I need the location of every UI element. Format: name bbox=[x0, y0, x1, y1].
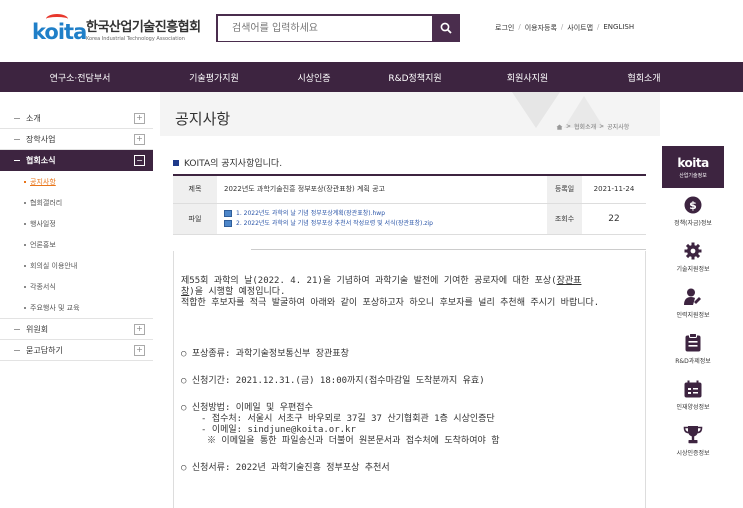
logo-mark: koita bbox=[32, 14, 87, 44]
svg-text:$: $ bbox=[689, 199, 697, 212]
body-item: ○ 신청방법: 이메일 및 우편접수 bbox=[181, 403, 313, 413]
sidebar-subitem-notice[interactable]: 공지사항 bbox=[0, 171, 153, 192]
sidebar-item-intro[interactable]: 소개 + bbox=[0, 108, 153, 129]
quick-workforce-support[interactable]: 인력지원정보 bbox=[662, 280, 724, 326]
expand-icon[interactable]: + bbox=[134, 323, 145, 335]
section-title-text: KOITA의 공지사항입니다. bbox=[184, 159, 283, 169]
sidebar-item-label: 위원회 bbox=[26, 324, 49, 334]
body-item: ○ 포상종류: 과학기술정보통신부 장관표창 bbox=[181, 349, 349, 359]
breadcrumb-item[interactable]: 협회소개 bbox=[574, 122, 596, 131]
views-label: 조회수 bbox=[547, 203, 582, 235]
collapse-icon[interactable]: − bbox=[134, 155, 145, 166]
quick-policy-funding[interactable]: $ 정책(자금)정보 bbox=[662, 188, 724, 234]
login-link[interactable]: 로그인 bbox=[495, 23, 514, 33]
sidebar-subitem-major-events[interactable]: 주요행사 및 교육 bbox=[0, 297, 153, 318]
date-label: 등록일 bbox=[547, 175, 582, 204]
expand-icon[interactable]: + bbox=[134, 112, 145, 124]
content-divider bbox=[251, 249, 646, 250]
subject-label: 제목 bbox=[173, 175, 217, 204]
english-link[interactable]: ENGLISH bbox=[603, 23, 634, 33]
quick-tech-support[interactable]: 기술지원정보 bbox=[662, 234, 724, 280]
nav-tech-evaluation[interactable]: 기술평가지원 bbox=[160, 62, 268, 92]
person-icon bbox=[684, 288, 701, 305]
body-subitem: ※ 이메일을 통한 파일송신과 더불어 원본문서과 접수처에 도착하여야 함 bbox=[207, 436, 500, 446]
search-input[interactable] bbox=[218, 16, 432, 41]
attachment-link[interactable]: 2. 2022년도 과학의 날 기념 정부포상 추천서 작성요령 및 서식(장관… bbox=[224, 219, 547, 229]
notice-subject: 2022년도 과학기술진흥 정부포상(장관표창) 계획 공고 bbox=[217, 175, 547, 204]
main-navigation: 연구소·전담부서 기술평가지원 시상인증 R&D정책지원 회원사지원 협회소개 bbox=[0, 62, 743, 92]
clipboard-icon bbox=[685, 333, 701, 352]
quick-award-certification[interactable]: 시상인증정보 bbox=[662, 418, 724, 464]
sidebar-item-label: 협회소식 bbox=[26, 156, 56, 165]
sidebar-submenu: 공지사항 협회갤러리 행사일정 언론홍보 회의실 이용안내 각종서식 주요행사 … bbox=[0, 171, 153, 319]
search-box bbox=[216, 14, 432, 42]
calendar-icon bbox=[684, 380, 702, 397]
section-title: KOITA의 공지사항입니다. bbox=[173, 156, 282, 169]
org-name-en: Korea Industrial Technology Association bbox=[86, 36, 185, 42]
sidebar: 소개 + 장학사업 + 협회소식 − 공지사항 협회갤러리 행사일정 언론홍보 … bbox=[0, 108, 153, 361]
nav-award-certification[interactable]: 시상인증 bbox=[268, 62, 360, 92]
sidebar-item-label: 묻고답하기 bbox=[26, 345, 63, 355]
notice-info-table: 제목 2022년도 과학기술진흥 정부포상(장관표창) 계획 공고 등록일 20… bbox=[173, 174, 646, 235]
notice-body: 제55회 과학의 날(2022. 4. 21)을 기념하여 과학기술 발전에 기… bbox=[181, 276, 641, 474]
nav-research-institute[interactable]: 연구소·전담부서 bbox=[0, 62, 160, 92]
logo-text: 한국산업기술진흥협회 Korea Industrial Technology A… bbox=[86, 16, 201, 42]
home-icon[interactable] bbox=[556, 124, 563, 130]
quick-menu-header[interactable]: koita 산업기술정보 bbox=[662, 146, 724, 188]
breadcrumb-item: 공지사항 bbox=[607, 124, 630, 131]
body-paragraph: 제55회 과학의 날(2022. 4. 21)을 기념하여 과학기술 발전에 기… bbox=[181, 276, 582, 297]
sidebar-item-label: 소개 bbox=[26, 113, 41, 123]
trophy-icon bbox=[683, 426, 703, 444]
search-icon bbox=[440, 22, 452, 34]
sidebar-subitem-events[interactable]: 행사일정 bbox=[0, 213, 153, 234]
nav-about[interactable]: 협회소개 bbox=[585, 62, 703, 92]
bullet-square-icon bbox=[173, 159, 179, 166]
quick-talent-development[interactable]: 인재양성정보 bbox=[662, 372, 724, 418]
page-title: 공지사항 bbox=[175, 110, 231, 128]
site-header: koita 한국산업기술진흥협회 Korea Industrial Techno… bbox=[0, 0, 743, 62]
sidebar-item-committee[interactable]: 위원회 + bbox=[0, 319, 153, 340]
sidebar-subitem-meeting-room[interactable]: 회의실 이용안내 bbox=[0, 255, 153, 276]
quick-menu: koita 산업기술정보 $ 정책(자금)정보 기술지원정보 인력지원정보 R&… bbox=[662, 146, 724, 464]
register-link[interactable]: 이용자등록 bbox=[525, 23, 557, 33]
file-icon bbox=[224, 210, 232, 217]
top-links: 로그인 / 이용자등록 / 사이트맵 / ENGLISH bbox=[495, 23, 635, 33]
body-subitem: - 접수처: 서울시 서초구 바우뫼로 37길 37 산기협회관 1층 시상인증… bbox=[201, 414, 495, 424]
sitemap-link[interactable]: 사이트맵 bbox=[567, 23, 593, 33]
search-button[interactable] bbox=[432, 14, 460, 42]
sidebar-subitem-press[interactable]: 언론홍보 bbox=[0, 234, 153, 255]
body-item: ○ 신청서류: 2022년 과학기술진흥 정부포상 추천서 bbox=[181, 463, 390, 473]
sidebar-subitem-gallery[interactable]: 협회갤러리 bbox=[0, 192, 153, 213]
gear-icon bbox=[684, 242, 702, 259]
org-name-ko: 한국산업기술진흥협회 bbox=[86, 20, 201, 35]
body-paragraph: 적합한 후보자를 적극 발굴하여 아래와 같이 포상하고자 하오니 후보자를 널… bbox=[181, 298, 600, 308]
breadcrumb: > 협회소개 > 공지사항 bbox=[556, 122, 629, 131]
dollar-icon: $ bbox=[684, 196, 702, 213]
expand-icon[interactable]: + bbox=[134, 133, 145, 145]
quick-menu-title: 산업기술정보 bbox=[679, 172, 707, 179]
attachment-link[interactable]: 1. 2022년도 과학의 날 기념 정부포상계획(장관표창).hwp bbox=[224, 209, 547, 219]
file-icon bbox=[224, 220, 232, 227]
sidebar-subitem-forms[interactable]: 각종서식 bbox=[0, 276, 153, 297]
view-count: 22 bbox=[582, 203, 646, 235]
sidebar-item-scholarship[interactable]: 장학사업 + bbox=[0, 129, 153, 150]
file-label: 파일 bbox=[173, 203, 217, 235]
notice-date: 2021-11-24 bbox=[582, 175, 646, 204]
sidebar-item-news[interactable]: 협회소식 − bbox=[0, 150, 153, 171]
nav-rnd-policy[interactable]: R&D정책지원 bbox=[360, 62, 470, 92]
quick-rnd-projects[interactable]: R&D과제정보 bbox=[662, 326, 724, 372]
body-item: ○ 신청기간: 2021.12.31.(금) 18:00까지(접수마감일 도착분… bbox=[181, 376, 485, 386]
sidebar-item-label: 장학사업 bbox=[26, 134, 56, 144]
quick-menu-logo: koita bbox=[677, 155, 709, 170]
site-logo[interactable]: koita 한국산업기술진흥협회 Korea Industrial Techno… bbox=[32, 14, 201, 44]
expand-icon[interactable]: + bbox=[134, 344, 145, 356]
body-subitem: - 이메일: sindjune@koita.or.kr bbox=[201, 425, 356, 435]
nav-member-support[interactable]: 회원사지원 bbox=[470, 62, 585, 92]
sidebar-item-qna[interactable]: 묻고답하기 + bbox=[0, 340, 153, 361]
